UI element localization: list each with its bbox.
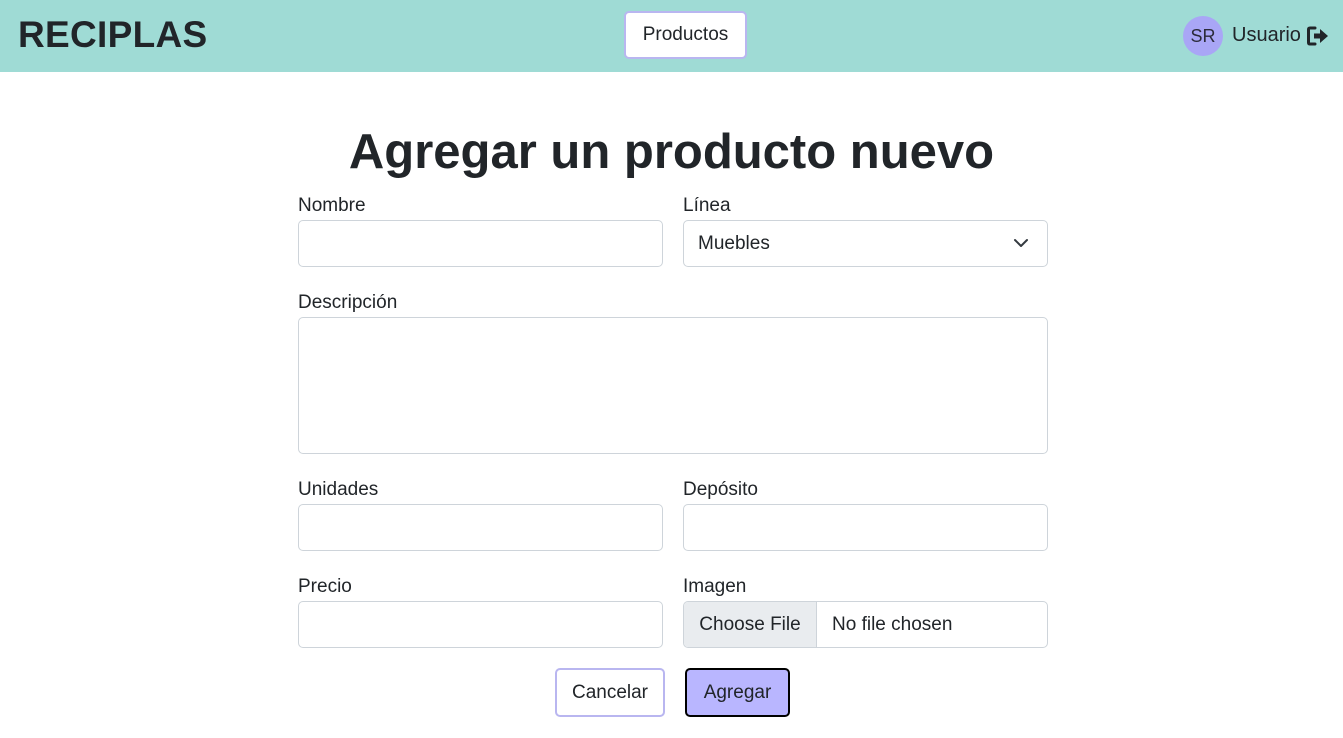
brand-logo[interactable]: RECIPLAS [18, 14, 207, 56]
linea-label: Línea [683, 195, 731, 216]
linea-select[interactable]: Muebles [683, 220, 1048, 267]
chevron-down-icon [1014, 239, 1028, 247]
precio-label: Precio [298, 576, 352, 597]
avatar[interactable]: SR [1183, 16, 1223, 56]
descripcion-label: Descripción [298, 292, 398, 313]
add-button[interactable]: Agregar [685, 668, 790, 717]
descripcion-textarea[interactable] [298, 317, 1048, 454]
imagen-file-input[interactable]: Choose File No file chosen [683, 601, 1048, 648]
choose-file-button[interactable]: Choose File [684, 602, 817, 647]
unidades-input[interactable] [298, 504, 663, 551]
file-status-text: No file chosen [832, 613, 953, 635]
cancel-button[interactable]: Cancelar [555, 668, 665, 717]
logout-icon[interactable] [1306, 25, 1330, 47]
nombre-input[interactable] [298, 220, 663, 267]
top-navbar: RECIPLAS Productos SR Usuario [0, 0, 1343, 72]
deposito-input[interactable] [683, 504, 1048, 551]
page-title: Agregar un producto nuevo [348, 125, 995, 179]
precio-input[interactable] [298, 601, 663, 648]
products-nav-button[interactable]: Productos [624, 11, 747, 59]
deposito-label: Depósito [683, 479, 758, 500]
user-name: Usuario [1232, 24, 1301, 46]
linea-selected-value: Muebles [698, 232, 770, 254]
nombre-label: Nombre [298, 195, 366, 216]
unidades-label: Unidades [298, 479, 379, 500]
imagen-label: Imagen [683, 576, 747, 597]
